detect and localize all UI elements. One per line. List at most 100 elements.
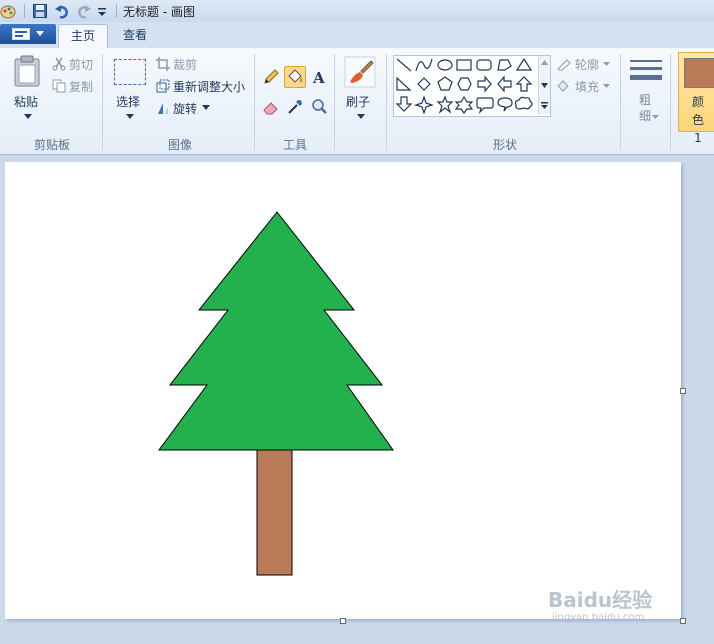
window-title: 无标题 - 画图	[123, 5, 195, 19]
right-triangle-shape-icon	[396, 76, 412, 91]
rotate-icon	[158, 103, 168, 114]
rotate-button[interactable]: 旋转	[173, 100, 197, 117]
divider	[116, 4, 117, 18]
cut-icon	[52, 57, 66, 71]
eraser-icon	[263, 102, 278, 115]
resize-icon	[156, 79, 170, 93]
chevron-down-icon[interactable]	[603, 62, 610, 67]
curve-shape-icon	[415, 58, 433, 72]
color1-swatch	[684, 58, 714, 88]
arrow-right-shape-icon	[477, 75, 492, 93]
chevron-down-icon[interactable]	[652, 115, 659, 120]
oval-shape-icon	[437, 59, 453, 71]
drawing	[158, 211, 394, 576]
four-point-star-shape-icon	[414, 95, 434, 114]
resize-handle-corner[interactable]	[680, 618, 686, 624]
group-separator	[254, 54, 255, 150]
shapes-scrollbar[interactable]	[538, 56, 550, 114]
fill-button[interactable]: 填充	[575, 78, 599, 95]
redo-icon[interactable]	[76, 3, 92, 19]
group-label-tools: 工具	[282, 138, 307, 152]
chevron-down-icon[interactable]	[126, 114, 134, 120]
group-separator	[102, 54, 103, 150]
copy-button[interactable]: 复制	[69, 78, 93, 95]
rectangle-shape-icon	[456, 59, 472, 71]
size-button[interactable]: 粗细	[639, 92, 653, 124]
arrow-left-shape-icon	[497, 75, 512, 93]
customize-dropdown-icon[interactable]	[97, 6, 107, 18]
group-label-clipboard: 剪贴板	[33, 138, 70, 152]
line-shape-icon	[396, 58, 412, 72]
color1-label: 颜色 1	[691, 95, 704, 145]
paint-menu-button[interactable]	[0, 24, 56, 44]
select-button[interactable]: 选择	[116, 93, 140, 110]
size-icon[interactable]	[630, 58, 662, 86]
paint-app-icon[interactable]	[0, 3, 16, 19]
tab-view[interactable]: 查看	[110, 24, 160, 48]
rounded-callout-shape-icon	[476, 97, 494, 114]
rounded-rectangle-shape-icon	[476, 59, 492, 71]
expand-gallery-icon[interactable]	[541, 102, 548, 109]
divider	[24, 4, 25, 18]
cloud-callout-shape-icon	[514, 96, 533, 110]
chevron-down-icon[interactable]	[24, 114, 32, 120]
chevron-down-icon[interactable]	[202, 105, 210, 111]
eraser-tool[interactable]	[260, 96, 282, 118]
crop-icon	[156, 57, 170, 71]
select-icon[interactable]	[114, 59, 146, 85]
triangle-shape-icon	[515, 57, 533, 71]
title-bar	[0, 0, 714, 22]
arrow-down-shape-icon	[395, 96, 413, 112]
undo-icon[interactable]	[54, 3, 70, 19]
magnifier-icon	[312, 99, 327, 114]
group-separator	[386, 54, 387, 150]
group-label-shapes: 形状	[492, 138, 517, 152]
chevron-down-icon[interactable]	[357, 114, 365, 120]
hexagon-shape-icon	[457, 77, 472, 91]
copy-icon	[52, 79, 66, 93]
outline-icon	[557, 59, 571, 71]
paste-button[interactable]: 粘贴	[14, 93, 38, 110]
group-separator	[334, 54, 335, 150]
group-label-image: 图像	[167, 138, 192, 152]
five-point-star-shape-icon	[436, 95, 454, 114]
resize-handle-right[interactable]	[680, 388, 686, 394]
six-point-star-shape-icon	[454, 95, 474, 114]
tree-trunk	[256, 449, 293, 576]
crop-button[interactable]: 裁剪	[173, 56, 197, 73]
brush-icon[interactable]	[344, 56, 376, 88]
menu-icon	[12, 28, 30, 40]
pentagon-shape-icon	[437, 76, 453, 91]
fill-icon	[288, 69, 302, 83]
text-tool[interactable]: A	[308, 66, 330, 88]
pencil-tool[interactable]	[260, 66, 282, 88]
text-icon: A	[312, 69, 325, 87]
scroll-up-icon[interactable]	[541, 60, 548, 65]
color1-button[interactable]: 颜色 1	[678, 52, 714, 145]
scroll-down-icon[interactable]	[541, 83, 548, 88]
arrow-up-shape-icon	[515, 76, 533, 92]
fill-bucket-icon	[557, 80, 569, 92]
diamond-shape-icon	[417, 77, 431, 91]
oval-callout-shape-icon	[497, 97, 513, 112]
shapes-icons[interactable]	[394, 56, 538, 114]
fill-tool[interactable]	[284, 66, 306, 88]
eyedropper-icon	[288, 100, 302, 114]
tab-home[interactable]: 主页	[58, 24, 108, 49]
magnifier-tool[interactable]	[308, 96, 330, 118]
brushes-button[interactable]: 刷子	[346, 93, 370, 110]
save-icon[interactable]	[32, 3, 48, 19]
drawing-canvas[interactable]	[5, 162, 681, 619]
polygon-shape-icon	[497, 59, 512, 71]
paste-icon[interactable]	[13, 55, 41, 87]
chevron-down-icon[interactable]	[603, 84, 610, 89]
outline-button[interactable]: 轮廓	[575, 56, 599, 73]
chevron-down-icon	[36, 31, 44, 36]
color-picker-tool[interactable]	[284, 96, 306, 118]
resize-button[interactable]: 重新调整大小	[173, 78, 245, 95]
tree-canopy	[158, 211, 394, 451]
resize-handle-bottom[interactable]	[340, 618, 346, 624]
svg-text:A: A	[312, 69, 325, 87]
cut-button[interactable]: 剪切	[69, 56, 93, 73]
pencil-icon	[264, 69, 279, 84]
